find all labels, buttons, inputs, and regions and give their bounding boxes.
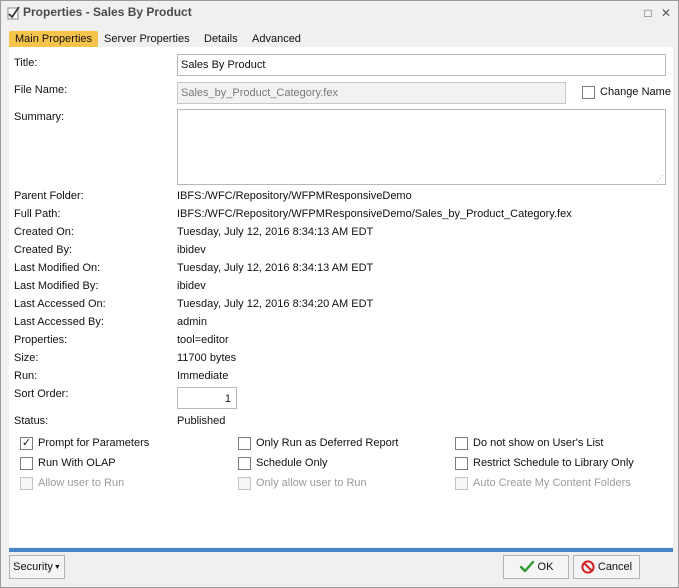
status-label: Status: [14, 415, 49, 427]
summary-wrapper: ⋰ [177, 109, 666, 185]
size-value: 11700 bytes [177, 352, 237, 364]
window-title: Properties - Sales By Product [23, 5, 192, 19]
allow-user-to-run-checkbox: Allow user to Run [20, 477, 220, 491]
checkbox-box[interactable] [238, 437, 251, 450]
checkbox-label: Auto Create My Content Folders [473, 477, 631, 489]
last-modified-on-value: Tuesday, July 12, 2016 8:34:13 AM EDT [177, 262, 374, 274]
restrict-schedule-to-library-only-checkbox[interactable]: Restrict Schedule to Library Only [455, 457, 665, 471]
tab-details[interactable]: Details [198, 31, 244, 47]
properties-label: Properties: [14, 334, 68, 346]
properties-dialog: Properties - Sales By Product □ ✕ Main P… [0, 0, 679, 588]
checkmark-icon [519, 560, 535, 574]
cancel-button[interactable]: Cancel [573, 555, 640, 579]
checkbox-label: Do not show on User's List [473, 437, 604, 449]
properties-check-icon [6, 5, 22, 21]
summary-label: Summary: [14, 111, 65, 123]
created-by-label: Created By: [14, 244, 73, 256]
schedule-only-checkbox[interactable]: Schedule Only [238, 457, 448, 471]
tab-main-properties[interactable]: Main Properties [9, 31, 99, 47]
title-bar: Properties - Sales By Product □ ✕ [1, 1, 678, 25]
do-not-show-on-users-list-checkbox[interactable]: Do not show on User's List [455, 437, 665, 451]
dialog-footer: Security ▼ OK Cancel [9, 552, 673, 582]
full-path-value: IBFS:/WFC/Repository/WFPMResponsiveDemo/… [177, 208, 572, 220]
checkbox-label: Only allow user to Run [256, 477, 367, 489]
checkbox-box[interactable] [582, 86, 595, 99]
full-path-label: Full Path: [14, 208, 61, 220]
prompt-for-parameters-checkbox[interactable]: ✓ Prompt for Parameters [20, 437, 220, 451]
run-value: Immediate [177, 370, 229, 382]
run-label: Run: [14, 370, 38, 382]
last-accessed-by-value: admin [177, 316, 207, 328]
last-accessed-on-label: Last Accessed On: [14, 298, 106, 310]
file-name-input [177, 82, 566, 104]
checkbox-label: Run With OLAP [38, 457, 116, 469]
security-dropdown-button[interactable]: Security ▼ [9, 555, 65, 579]
checkbox-box [455, 477, 468, 490]
change-name-label: Change Name [600, 86, 671, 98]
checkbox-label: Only Run as Deferred Report [256, 437, 399, 449]
dropdown-arrow-icon: ▼ [53, 563, 61, 571]
created-on-label: Created On: [14, 226, 74, 238]
change-name-checkbox[interactable]: Change Name [582, 86, 672, 100]
tab-advanced[interactable]: Advanced [246, 31, 307, 47]
checkbox-box[interactable] [455, 457, 468, 470]
main-properties-panel: Title: File Name: Change Name Summary: ⋰… [9, 47, 673, 547]
checkbox-label: Allow user to Run [38, 477, 125, 489]
last-modified-on-label: Last Modified On: [14, 262, 101, 274]
checkbox-box [20, 477, 33, 490]
sort-order-input[interactable]: 1 [177, 387, 237, 409]
checkbox-box[interactable] [455, 437, 468, 450]
ok-button[interactable]: OK [503, 555, 569, 579]
file-name-label: File Name: [14, 84, 68, 96]
maximize-icon[interactable]: □ [641, 6, 655, 20]
created-on-value: Tuesday, July 12, 2016 8:34:13 AM EDT [177, 226, 374, 238]
last-accessed-by-label: Last Accessed By: [14, 316, 104, 328]
parent-folder-value: IBFS:/WFC/Repository/WFPMResponsiveDemo [177, 190, 412, 202]
checkbox-label: Schedule Only [256, 457, 328, 469]
run-with-olap-checkbox[interactable]: Run With OLAP [20, 457, 220, 471]
last-accessed-on-value: Tuesday, July 12, 2016 8:34:20 AM EDT [177, 298, 374, 310]
last-modified-by-value: ibidev [177, 280, 206, 292]
summary-textarea[interactable] [177, 109, 666, 185]
only-run-as-deferred-report-checkbox[interactable]: Only Run as Deferred Report [238, 437, 448, 451]
tab-server-properties[interactable]: Server Properties [98, 31, 196, 47]
checkbox-box [238, 477, 251, 490]
parent-folder-label: Parent Folder: [14, 190, 84, 202]
tab-bar: Main Properties Server Properties Detail… [9, 31, 671, 47]
auto-create-my-content-folders-checkbox: Auto Create My Content Folders [455, 477, 665, 491]
title-input[interactable] [177, 54, 666, 76]
cancel-icon [581, 560, 595, 574]
checkbox-box[interactable]: ✓ [20, 437, 33, 450]
only-allow-user-to-run-checkbox: Only allow user to Run [238, 477, 448, 491]
sort-order-label: Sort Order: [14, 388, 69, 400]
last-modified-by-label: Last Modified By: [14, 280, 99, 292]
checkbox-box[interactable] [238, 457, 251, 470]
checkbox-box[interactable] [20, 457, 33, 470]
checkbox-label: Prompt for Parameters [38, 437, 150, 449]
resize-grip-icon[interactable]: ⋰ [656, 175, 664, 183]
size-label: Size: [14, 352, 39, 364]
created-by-value: ibidev [177, 244, 206, 256]
title-label: Title: [14, 57, 38, 69]
cancel-label: Cancel [597, 561, 633, 573]
status-value: Published [177, 415, 226, 427]
checkbox-label: Restrict Schedule to Library Only [473, 457, 634, 469]
close-icon[interactable]: ✕ [659, 6, 673, 20]
ok-label: OK [537, 561, 554, 573]
properties-value: tool=editor [177, 334, 229, 346]
security-label: Security [13, 561, 53, 573]
